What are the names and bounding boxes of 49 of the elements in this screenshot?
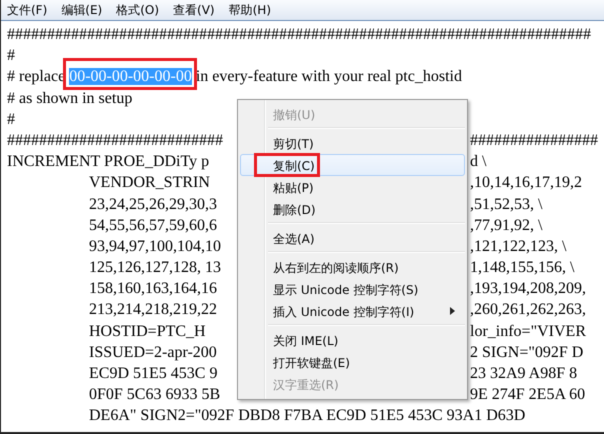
text-line: VENDOR_STRIN <box>89 174 210 192</box>
text-line: 2 SIGN="092F D <box>470 344 584 361</box>
text-line: ,77,91,92, \ <box>470 216 542 234</box>
text-line: 213,214,218,219,22 <box>89 301 217 318</box>
text-line: ,10,14,16,17,19,2 <box>470 174 582 192</box>
text-line: ################ <box>470 132 598 149</box>
context-menu-item[interactable]: 删除(D) <box>240 198 465 220</box>
text-line: in every-feature with your real ptc_hostid <box>194 68 462 86</box>
context-menu-item[interactable]: 打开软键盘(E) <box>240 351 465 373</box>
menu-item[interactable]: 文件(F) <box>2 2 54 18</box>
text-line: ,260,261,262,263, <box>470 301 586 318</box>
context-menu-item[interactable]: 显示 Unicode 控制字符(S) <box>240 278 465 300</box>
menu-item[interactable]: 格式(O) <box>111 2 166 18</box>
context-menu-item[interactable]: 插入 Unicode 控制字符(I) <box>240 300 465 322</box>
text-line: HOSTID=PTC_H <box>89 322 206 340</box>
menu-item[interactable]: 查看(V) <box>168 2 221 18</box>
context-menu-item[interactable]: 复制(C) <box>240 154 465 176</box>
menu-item[interactable]: 帮助(H) <box>224 2 277 18</box>
context-menu-item[interactable]: 从右到左的阅读顺序(R) <box>240 256 465 278</box>
text-line: ########################### <box>7 132 223 149</box>
text-line: d \ <box>470 153 486 170</box>
context-menu-item[interactable]: 粘贴(P) <box>240 176 465 198</box>
context-menu-item[interactable]: 全选(A) <box>240 227 465 249</box>
text-line: EC9D 51E5 453C 9 <box>89 365 218 382</box>
text-line: # as shown in setup <box>7 90 132 107</box>
menu-item[interactable]: 编辑(E) <box>56 2 108 18</box>
text-line: 125,126,127,128, 13 <box>89 259 221 276</box>
text-line: 54,55,56,57,59,60,6 <box>89 216 217 234</box>
text-line: INCREMENT PROE_DDiTy p <box>7 153 210 170</box>
text-line: lor_info="VIVER <box>470 322 586 340</box>
text-line: 23 32A9 A98F 8 <box>470 365 578 382</box>
text-line: ######################################################################### <box>7 26 591 43</box>
text-line: # <box>7 110 15 128</box>
text-line: 23,24,25,26,29,30,3 <box>89 196 217 212</box>
context-menu-item[interactable]: 剪切(T) <box>240 132 465 154</box>
text-line: DE6A" SIGN2="092F DBD8 F7BA EC9D 51E5 453C 93A1 D63D <box>89 407 526 424</box>
text-line: # replace <box>7 68 66 86</box>
selected-text: 00-00-00-00-00-00 <box>69 68 192 86</box>
text-line: 0F0F 5C63 6933 5B <box>89 386 220 404</box>
text-line: 1,148,155,156, \ <box>470 259 574 276</box>
text-line: ,121,122,123, \ <box>470 238 566 255</box>
context-menu-item[interactable]: 关闭 IME(L) <box>240 329 465 351</box>
text-line: ISSUED=2-apr-200 <box>89 344 217 361</box>
text-line: ,51,52,53, \ <box>470 196 542 212</box>
text-line: # <box>7 47 15 64</box>
text-line: 9E 274F 2E5A 60 <box>470 386 586 404</box>
text-line: 93,94,97,100,104,10 <box>89 238 221 255</box>
text-line: 158,160,163,164,16 <box>89 280 217 298</box>
text-line: ,193,194,208,209, <box>470 280 586 298</box>
